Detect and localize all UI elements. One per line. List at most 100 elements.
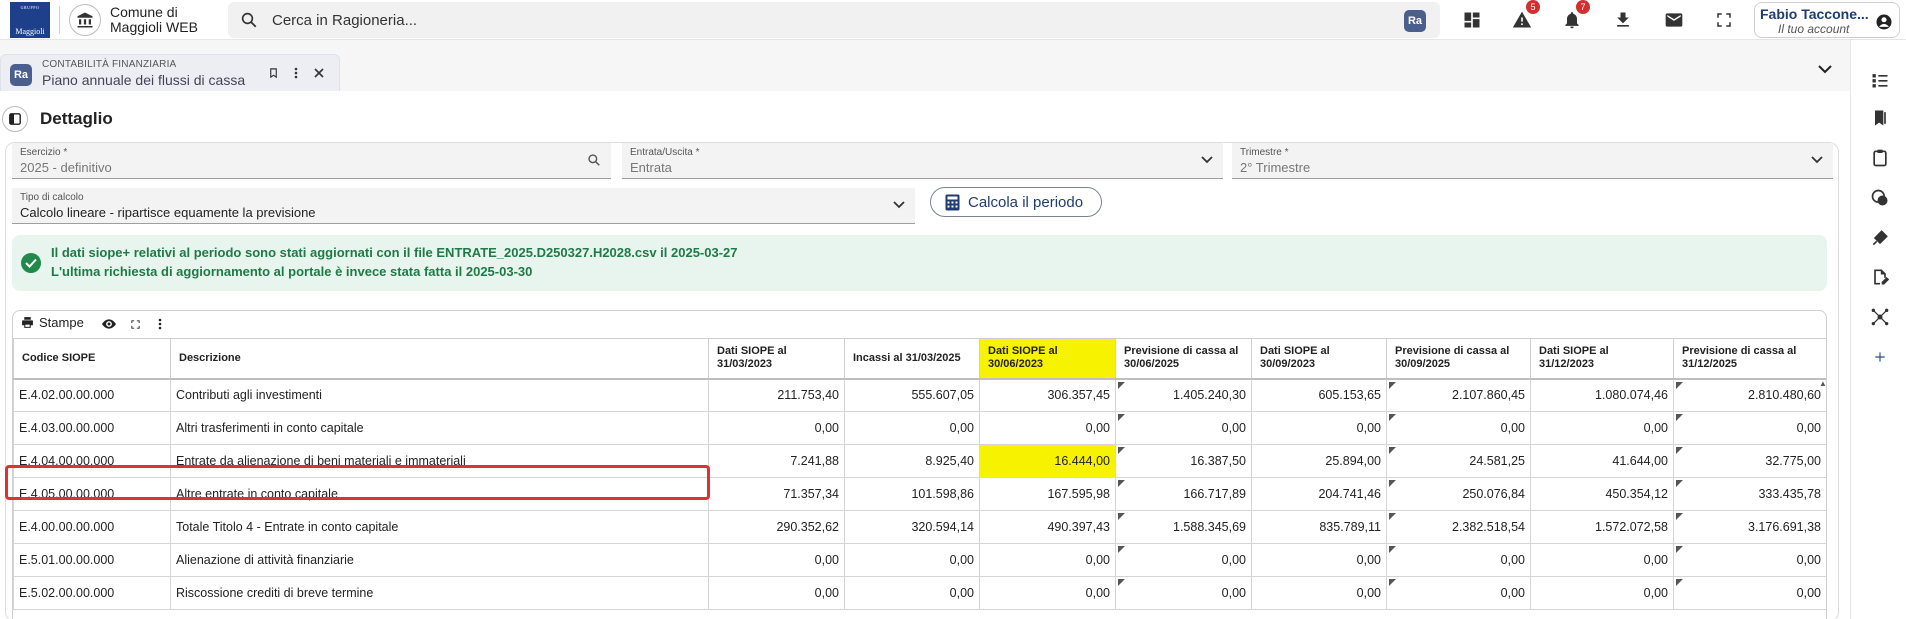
print-button[interactable]: Stampe bbox=[21, 315, 84, 330]
table-row[interactable]: E.5.01.00.00.000 Alienazione di attività… bbox=[13, 543, 1826, 577]
cell-value: 320.594,14 bbox=[844, 510, 980, 544]
col-header-codice-siope[interactable]: Codice SIOPE bbox=[13, 338, 171, 380]
table-row[interactable]: E.5.02.00.00.000 Riscossione crediti di … bbox=[13, 576, 1826, 610]
tab-piano-flussi-cassa[interactable]: Ra CONTABILITÀ FINANZIARIA Piano annuale… bbox=[0, 54, 340, 91]
editable-cell[interactable]: 0,00 bbox=[1115, 543, 1252, 577]
collapse-tabs-button[interactable] bbox=[1818, 62, 1832, 77]
trimestre-select[interactable]: Trimestre * 2° Trimestre bbox=[1232, 143, 1833, 179]
document-edit-button[interactable] bbox=[1869, 266, 1891, 288]
editable-cell[interactable]: 0,00 bbox=[1386, 576, 1531, 610]
main-content: Dettaglio Esercizio * 2025 - definitivo … bbox=[0, 91, 1850, 619]
esercizio-field[interactable]: Esercizio * 2025 - definitivo bbox=[12, 143, 611, 179]
detail-card: Esercizio * 2025 - definitivo Entrata/Us… bbox=[5, 142, 1839, 619]
editable-cell[interactable]: 2.810.480,60 bbox=[1673, 378, 1826, 412]
col-header-siope-q3[interactable]: Dati SIOPE al 30/09/2023 bbox=[1251, 338, 1387, 380]
calcola-periodo-label: Calcola il periodo bbox=[968, 194, 1084, 211]
table-row-selected[interactable]: E.4.04.00.00.000 Entrate da alienazione … bbox=[13, 444, 1826, 478]
tab-bookmark-button[interactable] bbox=[265, 65, 281, 81]
table-row[interactable]: E.4.03.00.00.000 Altri trasferimenti in … bbox=[13, 411, 1826, 445]
warnings-button[interactable]: 5 bbox=[1508, 0, 1540, 34]
cell-value: 0,00 bbox=[844, 543, 980, 577]
calcola-periodo-button[interactable]: Calcola il periodo bbox=[930, 187, 1102, 217]
bookmarks-button[interactable] bbox=[1869, 107, 1891, 129]
cell-value: 605.153,65 bbox=[1251, 378, 1387, 412]
highlighted-cell: 16.444,00 bbox=[979, 444, 1116, 478]
account-menu[interactable]: Fabio Taccone... Il tuo account bbox=[1754, 2, 1900, 38]
editable-cell[interactable]: 0,00 bbox=[1386, 543, 1531, 577]
add-button[interactable] bbox=[1869, 346, 1891, 368]
dashboard-button[interactable] bbox=[1458, 6, 1486, 34]
page-title: Dettaglio bbox=[40, 109, 113, 128]
notification-count-badge: 7 bbox=[1576, 0, 1590, 14]
scroll-up-arrow[interactable]: ▲ bbox=[1819, 379, 1826, 388]
bookmarks-icon bbox=[1875, 110, 1886, 126]
visibility-button[interactable] bbox=[101, 316, 117, 332]
search-module-badge[interactable]: Ra bbox=[1404, 10, 1426, 32]
plugins-button[interactable] bbox=[1869, 227, 1891, 249]
tipo-calcolo-select[interactable]: Tipo di calcolo Calcolo lineare - ripart… bbox=[12, 188, 915, 224]
notifications-button[interactable]: 7 bbox=[1558, 0, 1590, 34]
search-input[interactable]: Cerca in Ragioneria... bbox=[272, 12, 417, 29]
fullscreen-button[interactable] bbox=[1710, 6, 1738, 34]
col-header-previsione-q2[interactable]: Previsione di cassa al 30/06/2025 bbox=[1115, 338, 1252, 380]
cell-codice: E.4.04.00.00.000 bbox=[13, 444, 171, 478]
checklist-icon bbox=[1872, 74, 1888, 88]
cell-descrizione: Totale Titolo 4 - Entrate in conto capit… bbox=[170, 510, 709, 544]
finance-button[interactable] bbox=[1869, 187, 1891, 209]
col-header-previsione-q4[interactable]: Previsione di cassa al 31/12/2025 bbox=[1673, 338, 1826, 380]
editable-cell[interactable]: 2.382.518,54 bbox=[1386, 510, 1531, 544]
editable-cell[interactable]: 0,00 bbox=[1673, 543, 1826, 577]
cell-value: 306.357,45 bbox=[979, 378, 1116, 412]
maggioli-logo[interactable]: GRUPPO Maggioli bbox=[10, 2, 50, 38]
cell-value: 0,00 bbox=[979, 576, 1116, 610]
messages-button[interactable] bbox=[1660, 6, 1688, 34]
editable-cell[interactable]: 0,00 bbox=[1673, 411, 1826, 445]
downloads-button[interactable] bbox=[1609, 6, 1637, 34]
table-row-total[interactable]: E.4.00.00.00.000 Totale Titolo 4 - Entra… bbox=[13, 510, 1826, 544]
editable-cell[interactable]: 16.387,50 bbox=[1115, 444, 1252, 478]
logo-label: Maggioli bbox=[15, 27, 45, 36]
col-header-siope-q1[interactable]: Dati SIOPE al 31/03/2023 bbox=[708, 338, 845, 380]
editable-cell[interactable]: 333.435,78 bbox=[1673, 477, 1826, 511]
cash-flow-table-panel: Stampe Codice SIOPE Descrizione Dati SIO… bbox=[12, 310, 1827, 619]
editable-cell[interactable]: 0,00 bbox=[1386, 411, 1531, 445]
entrata-uscita-select[interactable]: Entrata/Uscita * Entrata bbox=[622, 143, 1223, 179]
col-header-incassi-q1[interactable]: Incassi al 31/03/2025 bbox=[844, 338, 980, 380]
editable-cell[interactable]: 1.588.345,69 bbox=[1115, 510, 1252, 544]
editable-cell[interactable]: 250.076,84 bbox=[1386, 477, 1531, 511]
checklist-button[interactable] bbox=[1869, 69, 1891, 91]
editable-cell[interactable]: 2.107.860,45 bbox=[1386, 378, 1531, 412]
table-row[interactable]: E.4.05.00.00.000 Altre entrate in conto … bbox=[13, 477, 1826, 511]
print-icon bbox=[22, 317, 33, 328]
global-search-bar[interactable]: Cerca in Ragioneria... Ra bbox=[228, 2, 1440, 38]
editable-cell[interactable]: 0,00 bbox=[1115, 411, 1252, 445]
tab-close-button[interactable] bbox=[311, 65, 327, 81]
col-header-siope-q4[interactable]: Dati SIOPE al 31/12/2023 bbox=[1530, 338, 1674, 380]
table-row[interactable]: E.4.02.00.00.000 Contributi agli investi… bbox=[13, 378, 1826, 412]
entrata-uscita-value: Entrata bbox=[630, 160, 672, 175]
cell-value: 0,00 bbox=[1251, 576, 1387, 610]
cell-value: 0,00 bbox=[708, 543, 845, 577]
table-fullscreen-button[interactable] bbox=[127, 316, 143, 332]
clipboard-button[interactable] bbox=[1869, 147, 1891, 169]
col-header-descrizione[interactable]: Descrizione bbox=[170, 338, 709, 380]
trimestre-label: Trimestre * bbox=[1240, 147, 1289, 158]
editable-cell[interactable]: 3.176.691,38 bbox=[1673, 510, 1826, 544]
municipality-home-button[interactable] bbox=[69, 4, 101, 36]
editable-cell[interactable]: 166.717,89 bbox=[1115, 477, 1252, 511]
table-more-button[interactable] bbox=[152, 316, 168, 332]
editable-cell[interactable]: 32.775,00 bbox=[1673, 444, 1826, 478]
editable-cell[interactable]: 0,00 bbox=[1673, 576, 1826, 610]
side-panel-toggle[interactable] bbox=[2, 106, 28, 132]
col-header-siope-q2[interactable]: Dati SIOPE al 30/06/2023 bbox=[979, 338, 1116, 380]
search-icon[interactable] bbox=[587, 153, 601, 167]
tab-more-button[interactable] bbox=[288, 65, 304, 81]
fullscreen-icon bbox=[1717, 13, 1731, 27]
cell-value: 0,00 bbox=[708, 576, 845, 610]
col-header-previsione-q3[interactable]: Previsione di cassa al 30/09/2025 bbox=[1386, 338, 1531, 380]
cell-value: 0,00 bbox=[1530, 576, 1674, 610]
editable-cell[interactable]: 0,00 bbox=[1115, 576, 1252, 610]
editable-cell[interactable]: 24.581,25 bbox=[1386, 444, 1531, 478]
editable-cell[interactable]: 1.405.240,30 bbox=[1115, 378, 1252, 412]
network-button[interactable] bbox=[1869, 306, 1891, 328]
